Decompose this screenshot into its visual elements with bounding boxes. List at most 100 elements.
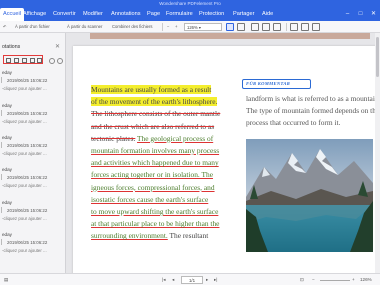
comment-text[interactable]: -cliquez pour ajouter ...	[2, 248, 47, 253]
strikethrough-text[interactable]: tectonic plates.	[91, 134, 135, 143]
next-page-icon[interactable]: ▸	[206, 276, 208, 284]
comment-item[interactable]: eday 2019/06/25 15:06:22 -cliquez pour a…	[0, 135, 65, 161]
menu-page[interactable]: Page	[147, 8, 160, 21]
menu-protection[interactable]: Protection	[199, 8, 224, 21]
text-comment-annotation[interactable]: FÜR KOMMENTAR	[242, 79, 311, 89]
underlined-text[interactable]: surrounding environment.	[91, 231, 168, 240]
menu-convertir[interactable]: Convertir	[53, 8, 76, 21]
minimize-icon[interactable]: –	[343, 10, 352, 19]
underlined-text[interactable]: and activities which happened due to man…	[91, 157, 239, 169]
comment-item[interactable]: eday 2019/06/25 15:06:22 -cliquez pour a…	[0, 70, 65, 96]
comment-date: 2019/06/25 15:06:22	[7, 78, 48, 83]
thumbnails-icon[interactable]: ▤	[4, 276, 8, 284]
scrollbar-thumb[interactable]	[376, 37, 379, 77]
grid-icon[interactable]	[22, 57, 27, 63]
zoom-out-icon[interactable]: −	[167, 23, 169, 31]
underlined-text[interactable]: at that particular place to be higher th…	[91, 218, 239, 230]
comment-item[interactable]: eday 2019/06/25 15:06:22 -cliquez pour a…	[0, 200, 65, 226]
select-tool-icon[interactable]	[262, 23, 270, 31]
vertical-scrollbar[interactable]	[375, 33, 380, 273]
underlined-text[interactable]: to move upward shifting the earth's surf…	[91, 206, 239, 218]
pdf-page[interactable]: Mountains are usually formed as a result…	[73, 46, 375, 273]
menu-aide[interactable]: Aide	[262, 8, 273, 21]
zoom-slider[interactable]	[320, 280, 350, 281]
comment-marker-icon	[1, 77, 5, 83]
comment-date: 2019/06/25 15:06:22	[7, 175, 48, 180]
body-text: landform is what is referred to as a mou…	[246, 94, 375, 103]
comment-item[interactable]: eday 2019/06/25 15:06:22 -cliquez pour a…	[0, 232, 65, 258]
bookmark-icon[interactable]	[312, 23, 320, 31]
undo-icon[interactable]: ↶	[3, 23, 7, 31]
menu-formulaire[interactable]: Formulaire	[166, 8, 193, 21]
zoom-in-icon[interactable]: +	[352, 276, 355, 284]
comment-marker-icon	[1, 142, 5, 148]
strikethrough-text[interactable]: The lithosphere consists of the outer ma…	[91, 108, 239, 120]
comment-marker-icon	[1, 174, 5, 180]
export-icon[interactable]	[37, 57, 42, 63]
first-page-icon[interactable]: |◂	[162, 276, 166, 284]
body-text: The type of mountain formed depends on t…	[246, 106, 375, 116]
edit-tool-icon[interactable]	[273, 23, 281, 31]
comment-text[interactable]: -cliquez pour ajouter ...	[2, 183, 47, 188]
zoom-select[interactable]: 126% ▾	[184, 23, 222, 31]
body-text: The resultant	[169, 231, 209, 241]
close-icon[interactable]: ✕	[369, 10, 378, 19]
highlighted-text[interactable]: Mountains are usually formed as a result	[91, 85, 212, 94]
comment-icon[interactable]	[301, 23, 309, 31]
menu-annotations[interactable]: Annotations	[111, 8, 141, 21]
annotation-list-icon[interactable]	[14, 57, 19, 63]
single-page-icon[interactable]	[226, 23, 234, 31]
menu-affichage[interactable]: Affichage	[23, 8, 46, 21]
comment-text[interactable]: -cliquez pour ajouter ...	[2, 151, 47, 156]
user-icon[interactable]	[30, 57, 35, 63]
from-file-button[interactable]: À partir d'un fichier	[15, 23, 50, 31]
mountain-lake-image[interactable]	[246, 139, 373, 252]
comment-marker-icon	[1, 110, 5, 116]
menu-modifier[interactable]: Modifier	[83, 8, 103, 21]
menu-partager[interactable]: Partager	[233, 8, 254, 21]
from-scanner-button[interactable]: À partir du scanner	[67, 23, 102, 31]
previous-page-icon[interactable]: ◂	[172, 276, 174, 284]
comment-text[interactable]: -cliquez pour ajouter ...	[2, 216, 47, 221]
maximize-icon[interactable]: □	[356, 10, 365, 19]
underlined-text[interactable]: isostatic forces cause the earth's surfa…	[91, 194, 239, 206]
combine-files-button[interactable]: Combiner des fichiers	[112, 23, 153, 31]
body-text-right[interactable]: landform is what is referred to as a mou…	[246, 93, 375, 130]
underlined-text[interactable]: mountain formation involves many process	[91, 145, 239, 157]
menu-bar: Accueil Affichage Convertir Modifier Ann…	[0, 8, 380, 21]
comment-text[interactable]: -cliquez pour ajouter ...	[2, 119, 47, 124]
fit-page-icon[interactable]: ⊡	[300, 276, 304, 284]
comment-author: eday	[2, 135, 12, 140]
annotation-filter-toolbar	[3, 55, 43, 64]
menu-accueil[interactable]: Accueil	[0, 8, 25, 21]
underlined-text[interactable]: forces acting together or in isolation. …	[91, 169, 239, 181]
filter-icon[interactable]	[6, 57, 11, 63]
zoom-out-icon[interactable]: −	[312, 276, 315, 284]
panel-title: otations	[2, 44, 21, 50]
search-icon[interactable]	[290, 23, 298, 31]
comment-author: eday	[2, 103, 12, 108]
document-view[interactable]: Mountains are usually formed as a result…	[66, 33, 375, 273]
close-panel-icon[interactable]: ✕	[55, 43, 60, 50]
strikethrough-text[interactable]: and the crust which are also referred to…	[91, 121, 239, 133]
last-page-icon[interactable]: ▸|	[214, 276, 218, 284]
refresh-icon[interactable]	[57, 58, 63, 64]
body-text-left[interactable]: Mountains are usually formed as a result…	[91, 84, 239, 243]
hand-tool-icon[interactable]	[251, 23, 259, 31]
comment-text[interactable]: -cliquez pour ajouter ...	[2, 86, 47, 91]
comment-marker-icon	[1, 239, 5, 245]
sort-icon[interactable]	[49, 58, 55, 64]
underlined-text[interactable]: igneous forces, compressional forces, an…	[91, 182, 239, 194]
underlined-text[interactable]: The geological process of	[137, 134, 213, 143]
highlighted-text[interactable]: of the movement of the earth's lithosphe…	[91, 97, 218, 107]
comment-item[interactable]: eday 2019/06/25 15:06:22 -cliquez pour a…	[0, 167, 65, 193]
zoom-value: 126%	[187, 25, 198, 30]
zoom-in-icon[interactable]: +	[175, 23, 177, 31]
comment-date: 2019/06/25 15:06:22	[7, 143, 48, 148]
two-page-icon[interactable]	[237, 23, 245, 31]
comment-item[interactable]: eday 2019/06/25 15:06:22 -cliquez pour a…	[0, 103, 65, 129]
mountain-photo	[246, 139, 373, 252]
page-number-input[interactable]: 1/1	[181, 276, 203, 284]
status-bar: ▤ |◂ ◂ 1/1 ▸ ▸| ⊡ − + 126%	[0, 273, 380, 285]
comment-author: eday	[2, 200, 12, 205]
